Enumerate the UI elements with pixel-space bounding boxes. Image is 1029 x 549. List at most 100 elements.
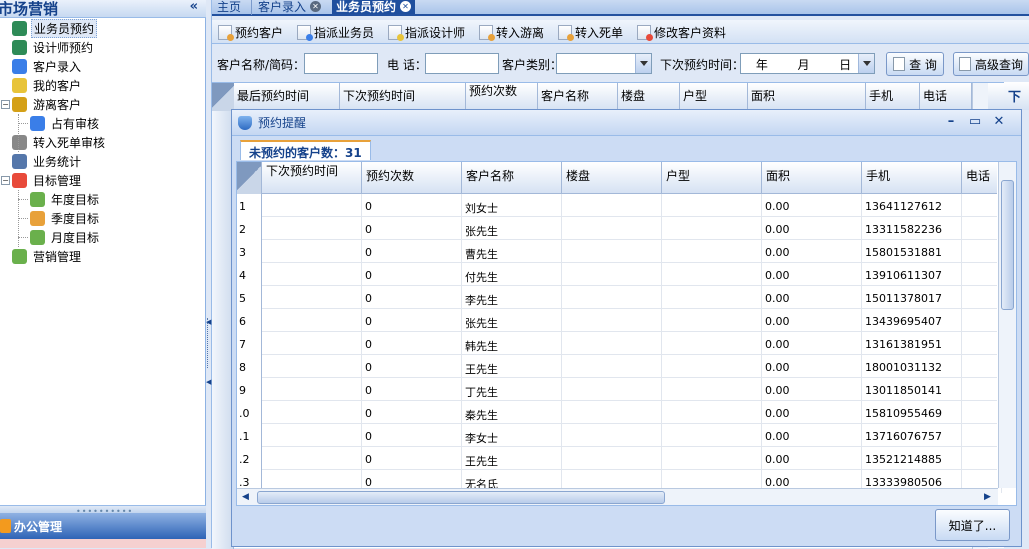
area-cell[interactable]: 0.00: [762, 424, 862, 447]
next-appointment-cell[interactable]: [262, 194, 362, 217]
close-tab-icon[interactable]: ✕: [400, 0, 412, 12]
next-appointment-cell[interactable]: [262, 355, 362, 378]
area-cell[interactable]: 0.00: [762, 355, 862, 378]
next-appointment-cell[interactable]: [262, 378, 362, 401]
phone-cell[interactable]: [962, 447, 1002, 470]
dialog-horizontal-scrollbar[interactable]: ◀ ▶: [237, 488, 998, 505]
horizontal-scroll-thumb[interactable]: [257, 491, 665, 504]
assign-designer-button[interactable]: 指派设计师: [388, 22, 465, 42]
building-cell[interactable]: [562, 355, 662, 378]
phone-cell[interactable]: [962, 424, 1002, 447]
next-appointment-cell[interactable]: [262, 447, 362, 470]
house-type-cell[interactable]: [662, 194, 762, 217]
sidebar-item-floating-customers[interactable]: 游离客户: [12, 95, 83, 114]
phone-cell[interactable]: [962, 401, 1002, 424]
building-cell[interactable]: [562, 286, 662, 309]
customer-name-cell[interactable]: 王先生: [462, 447, 562, 470]
customer-name-cell[interactable]: 曹先生: [462, 240, 562, 263]
next-appointment-cell[interactable]: [262, 286, 362, 309]
col-next-appointment[interactable]: 下次预约时间: [340, 83, 466, 111]
phone-cell[interactable]: [962, 217, 1002, 240]
sidebar-item-marketing-management[interactable]: 营销管理: [12, 247, 83, 266]
col-mobile[interactable]: 手机: [862, 162, 962, 194]
count-cell[interactable]: 0: [362, 424, 462, 447]
mobile-cell[interactable]: 13011850141: [862, 378, 962, 401]
building-cell[interactable]: [562, 309, 662, 332]
scroll-left-icon[interactable]: ◀: [242, 492, 249, 502]
table-row[interactable]: 2 0 张先生 0.00 13311582236: [237, 217, 1002, 240]
next-appointment-cell[interactable]: [262, 240, 362, 263]
area-cell[interactable]: 0.00: [762, 240, 862, 263]
count-cell[interactable]: 0: [362, 378, 462, 401]
col-building[interactable]: 楼盘: [562, 162, 662, 194]
mobile-cell[interactable]: 13716076757: [862, 424, 962, 447]
building-cell[interactable]: [562, 240, 662, 263]
col-phone[interactable]: 电话: [962, 162, 1002, 194]
table-row[interactable]: 5 0 李先生 0.00 15011378017: [237, 286, 1002, 309]
area-cell[interactable]: 0.00: [762, 401, 862, 424]
col-phone[interactable]: 电话: [920, 83, 972, 111]
col-area[interactable]: 面积: [748, 83, 866, 111]
table-row[interactable]: .2 0 王先生 0.00 13521214885: [237, 447, 1002, 470]
table-row[interactable]: 7 0 韩先生 0.00 13161381951: [237, 332, 1002, 355]
building-cell[interactable]: [562, 217, 662, 240]
col-building[interactable]: 楼盘: [618, 83, 680, 111]
sidebar-item-quarterly-target[interactable]: 季度目标: [30, 209, 101, 228]
mobile-cell[interactable]: 13910611307: [862, 263, 962, 286]
house-type-cell[interactable]: [662, 286, 762, 309]
next-appointment-cell[interactable]: [262, 217, 362, 240]
table-row[interactable]: 1 0 刘女士 0.00 13641127612: [237, 194, 1002, 217]
sidebar-item-monthly-target[interactable]: 月度目标: [30, 228, 101, 247]
count-cell[interactable]: 0: [362, 263, 462, 286]
next-appointment-cell[interactable]: [262, 263, 362, 286]
tab-salesman-appointment[interactable]: 业务员预约 ✕: [332, 0, 416, 14]
customer-name-cell[interactable]: 张先生: [462, 217, 562, 240]
next-appointment-date-picker[interactable]: 年 月 日: [740, 53, 875, 74]
phone-cell[interactable]: [962, 332, 1002, 355]
table-row[interactable]: .0 0 秦先生 0.00 15810955469: [237, 401, 1002, 424]
transfer-floating-button[interactable]: 转入游离: [479, 22, 544, 42]
count-cell[interactable]: 0: [362, 309, 462, 332]
sidebar-splitter[interactable]: ••••••••••: [0, 505, 206, 516]
phone-cell[interactable]: [962, 378, 1002, 401]
transfer-dead-button[interactable]: 转入死单: [558, 22, 623, 42]
calendar-dropdown-icon[interactable]: [858, 54, 874, 73]
sidebar-item-annual-target[interactable]: 年度目标: [30, 190, 101, 209]
col-appointment-count[interactable]: 预约次数: [466, 83, 538, 111]
mobile-cell[interactable]: 15810955469: [862, 401, 962, 424]
expand-arrow-icon[interactable]: ◀: [206, 378, 211, 386]
customer-name-cell[interactable]: 张先生: [462, 309, 562, 332]
collapse-node-icon[interactable]: −: [1, 176, 10, 185]
sidebar-item-my-customers[interactable]: 我的客户: [12, 76, 83, 95]
building-cell[interactable]: [562, 401, 662, 424]
count-cell[interactable]: 0: [362, 401, 462, 424]
sidebar-item-customer-entry[interactable]: 客户录入: [12, 57, 83, 76]
phone-cell[interactable]: [962, 355, 1002, 378]
house-type-cell[interactable]: [662, 217, 762, 240]
tab-home[interactable]: 主页: [217, 0, 241, 14]
phone-cell[interactable]: [962, 194, 1002, 217]
mobile-cell[interactable]: 18001031132: [862, 355, 962, 378]
area-cell[interactable]: 0.00: [762, 263, 862, 286]
area-cell[interactable]: 0.00: [762, 447, 862, 470]
count-cell[interactable]: 0: [362, 217, 462, 240]
close-icon[interactable]: ✕: [990, 113, 1008, 131]
mobile-cell[interactable]: 13641127612: [862, 194, 962, 217]
table-row[interactable]: 9 0 丁先生 0.00 13011850141: [237, 378, 1002, 401]
house-type-cell[interactable]: [662, 378, 762, 401]
edit-customer-button[interactable]: 修改客户资料: [637, 22, 726, 42]
customer-name-input[interactable]: [304, 53, 378, 74]
count-cell[interactable]: 0: [362, 447, 462, 470]
building-cell[interactable]: [562, 424, 662, 447]
col-area[interactable]: 面积: [762, 162, 862, 194]
building-cell[interactable]: [562, 194, 662, 217]
area-cell[interactable]: 0.00: [762, 286, 862, 309]
customer-name-cell[interactable]: 丁先生: [462, 378, 562, 401]
house-type-cell[interactable]: [662, 263, 762, 286]
customer-type-select[interactable]: [556, 53, 652, 74]
count-cell[interactable]: 0: [362, 194, 462, 217]
customer-name-cell[interactable]: 秦先生: [462, 401, 562, 424]
table-row[interactable]: 6 0 张先生 0.00 13439695407: [237, 309, 1002, 332]
col-appointment-count[interactable]: 预约次数: [362, 162, 462, 194]
table-row[interactable]: .1 0 李女士 0.00 13716076757: [237, 424, 1002, 447]
